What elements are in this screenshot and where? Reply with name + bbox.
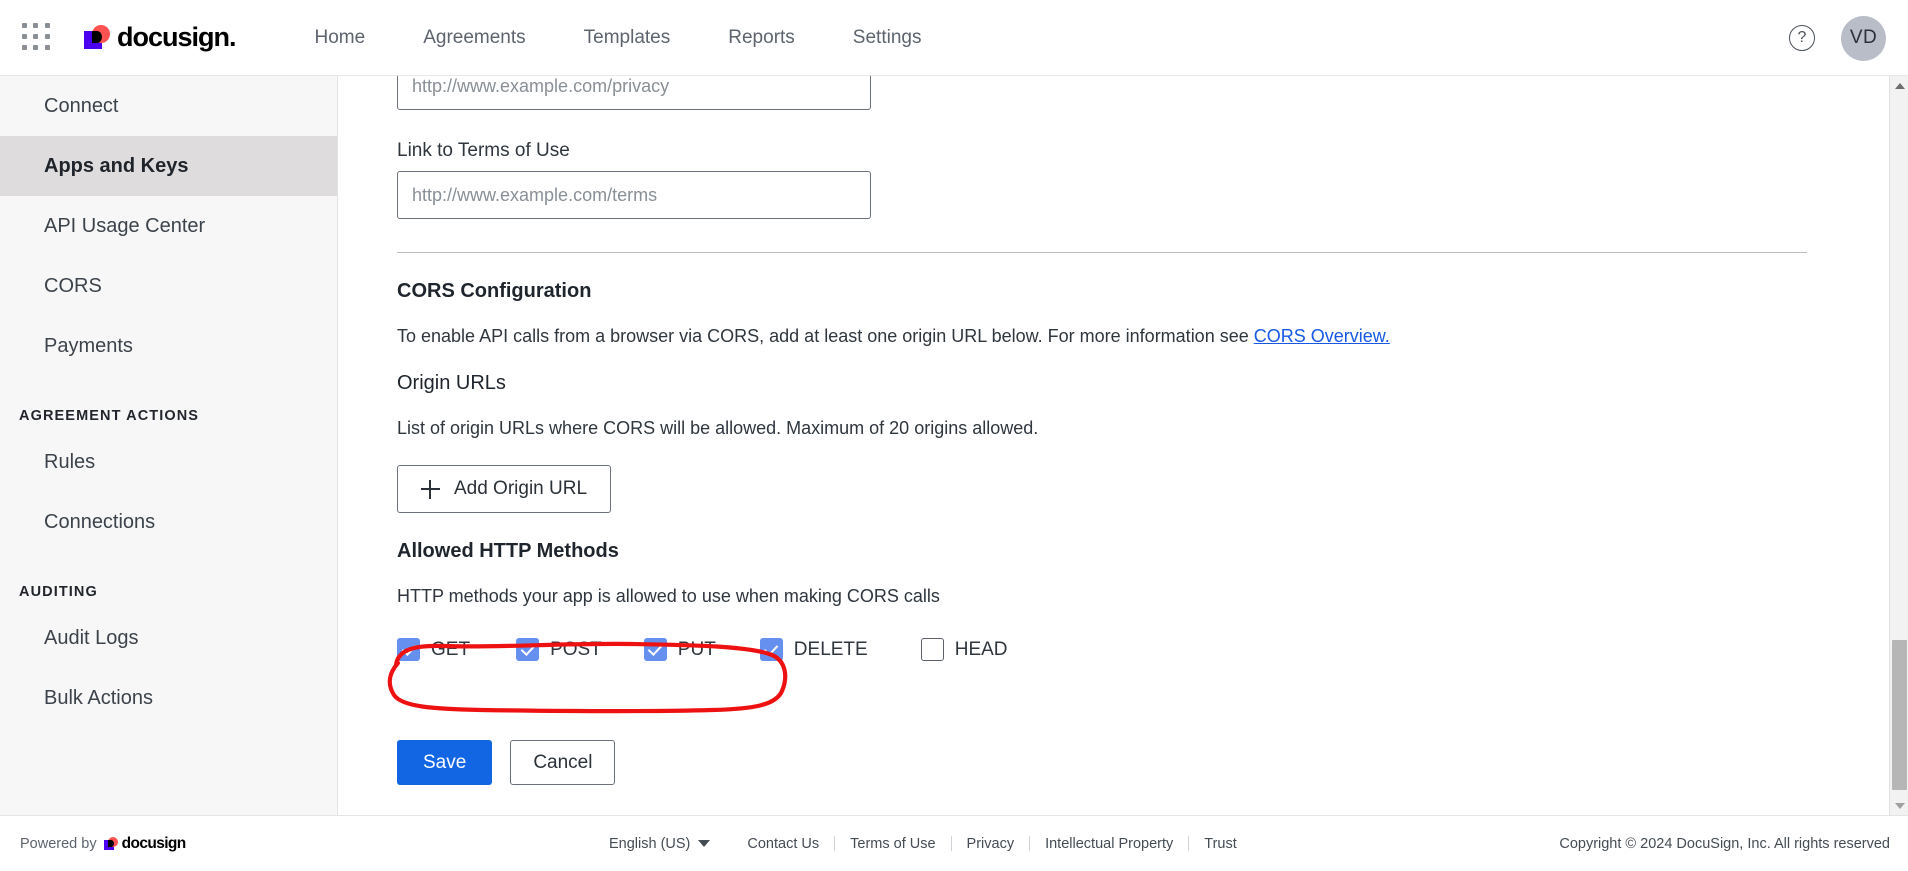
scroll-down-arrow-icon[interactable] <box>1890 796 1908 815</box>
footer-link-trust[interactable]: Trust <box>1189 836 1252 852</box>
allowed-http-methods-title: Allowed HTTP Methods <box>397 540 619 562</box>
sidebar-item-bulk-actions[interactable]: Bulk Actions <box>0 668 337 728</box>
page-footer: Powered by docusign English (US) Contact… <box>0 815 1908 871</box>
save-button[interactable]: Save <box>397 740 493 785</box>
terms-url-input[interactable] <box>397 171 871 219</box>
chevron-down-icon <box>698 840 711 847</box>
add-origin-url-label: Add Origin URL <box>453 478 588 499</box>
scroll-up-arrow-icon[interactable] <box>1890 76 1908 95</box>
footer-link-privacy[interactable]: Privacy <box>952 836 1030 852</box>
sidebar-item-connections[interactable]: Connections <box>0 492 337 552</box>
origin-urls-note: List of origin URLs where CORS will be a… <box>397 418 1039 438</box>
docusign-mark-icon <box>84 24 110 51</box>
docusign-logo[interactable]: docusign <box>84 22 236 53</box>
grid-apps-icon[interactable] <box>22 22 52 53</box>
checkbox-delete-label: DELETE <box>793 638 868 660</box>
sidebar-item-cors[interactable]: CORS <box>0 256 337 316</box>
sidebar-item-label: Audit Logs <box>44 626 139 649</box>
sidebar-item-label: Payments <box>44 334 133 357</box>
sidebar-item-connect[interactable]: Connect <box>0 76 337 136</box>
cors-note-text: To enable API calls from a browser via C… <box>397 326 1254 346</box>
form-action-buttons: Save Cancel <box>397 740 1889 785</box>
privacy-url-input[interactable] <box>397 76 871 110</box>
checkbox-delete[interactable]: DELETE <box>759 638 868 661</box>
http-methods-checkbox-row: GET POST PUT DELETE HEAD <box>397 638 1889 661</box>
footer-link-terms-of-use[interactable]: Terms of Use <box>835 836 950 852</box>
nav-link-reports[interactable]: Reports <box>699 19 824 57</box>
top-nav-right-cluster: ? VD <box>1789 0 1886 76</box>
language-selector[interactable]: English (US) <box>609 835 711 852</box>
sidebar-item-label: Connections <box>44 510 156 533</box>
sidebar-item-audit-logs[interactable]: Audit Logs <box>0 608 337 668</box>
powered-by-label: Powered by <box>20 835 97 852</box>
sidebar-item-label: Bulk Actions <box>44 686 153 709</box>
plus-icon <box>420 479 440 499</box>
checkbox-put[interactable]: PUT <box>643 638 716 661</box>
section-divider <box>397 252 1807 253</box>
cors-configuration-title: CORS Configuration <box>397 280 592 302</box>
top-navigation-bar: docusign Home Agreements Templates Repor… <box>0 0 1908 76</box>
checkbox-head-box[interactable] <box>920 638 944 661</box>
terms-url-label: Link to Terms of Use <box>397 140 570 161</box>
nav-link-settings[interactable]: Settings <box>824 19 951 57</box>
footer-brand-wordmark: docusign <box>121 834 187 852</box>
checkbox-head-label: HEAD <box>954 638 1008 660</box>
copyright-text: Copyright © 2024 DocuSign, Inc. All righ… <box>1559 835 1890 852</box>
footer-links: English (US) Contact Us Terms of Use Pri… <box>609 836 1252 852</box>
avatar[interactable]: VD <box>1841 15 1886 61</box>
scrollbar-thumb[interactable] <box>1892 640 1907 790</box>
allowed-http-methods-note: HTTP methods your app is allowed to use … <box>397 586 940 606</box>
checkbox-get-label: GET <box>431 638 471 660</box>
checkbox-head[interactable]: HEAD <box>920 638 1008 661</box>
sidebar-item-apps-and-keys[interactable]: Apps and Keys <box>0 136 337 196</box>
primary-nav-links: Home Agreements Templates Reports Settin… <box>286 19 951 57</box>
sidebar-item-label: Rules <box>44 450 96 473</box>
sidebar-item-label: Connect <box>44 94 119 117</box>
settings-sidebar[interactable]: Connect Apps and Keys API Usage Center C… <box>0 76 338 815</box>
footer-docusign-mark-icon <box>103 836 118 851</box>
sidebar-item-api-usage-center[interactable]: API Usage Center <box>0 196 337 256</box>
brand-wordmark: docusign <box>117 22 236 53</box>
cors-configuration-note: To enable API calls from a browser via C… <box>397 326 1889 347</box>
checkbox-post-label: POST <box>550 638 602 660</box>
main-content-scroll-area: Link to Terms of Use CORS Configuration … <box>339 76 1889 815</box>
footer-link-contact-us[interactable]: Contact Us <box>732 836 834 852</box>
checkbox-post-box[interactable] <box>516 638 540 661</box>
sidebar-item-payments[interactable]: Payments <box>0 316 337 376</box>
nav-link-home[interactable]: Home <box>286 19 395 57</box>
apps-and-keys-form: Link to Terms of Use CORS Configuration … <box>339 76 1889 785</box>
cancel-button[interactable]: Cancel <box>510 740 616 785</box>
cors-overview-link[interactable]: CORS Overview. <box>1254 326 1390 346</box>
footer-link-intellectual-property[interactable]: Intellectual Property <box>1030 836 1188 852</box>
help-icon[interactable]: ? <box>1789 25 1815 51</box>
footer-docusign-logo: docusign <box>103 834 187 853</box>
checkbox-put-label: PUT <box>677 638 716 660</box>
sidebar-item-rules[interactable]: Rules <box>0 432 337 492</box>
checkbox-put-box[interactable] <box>643 638 667 661</box>
sidebar-group-auditing: AUDITING <box>19 584 98 600</box>
sidebar-item-label: API Usage Center <box>44 214 206 237</box>
sidebar-item-label: Apps and Keys <box>44 154 189 177</box>
checkbox-post[interactable]: POST <box>516 638 602 661</box>
add-origin-url-button[interactable]: Add Origin URL <box>397 465 611 513</box>
sidebar-item-label: CORS <box>44 274 102 297</box>
origin-urls-title: Origin URLs <box>397 372 506 394</box>
checkbox-delete-box[interactable] <box>759 638 783 661</box>
language-selector-label: English (US) <box>609 835 691 852</box>
checkbox-get[interactable]: GET <box>397 638 470 661</box>
checkbox-get-box[interactable] <box>397 638 420 661</box>
docusign-settings-page: docusign Home Agreements Templates Repor… <box>0 0 1908 871</box>
nav-link-templates[interactable]: Templates <box>555 19 700 57</box>
footer-powered-by: Powered by docusign <box>20 835 186 853</box>
main-scrollbar[interactable] <box>1889 76 1908 815</box>
nav-link-agreements[interactable]: Agreements <box>394 19 554 57</box>
sidebar-group-agreement-actions: AGREEMENT ACTIONS <box>19 408 200 424</box>
